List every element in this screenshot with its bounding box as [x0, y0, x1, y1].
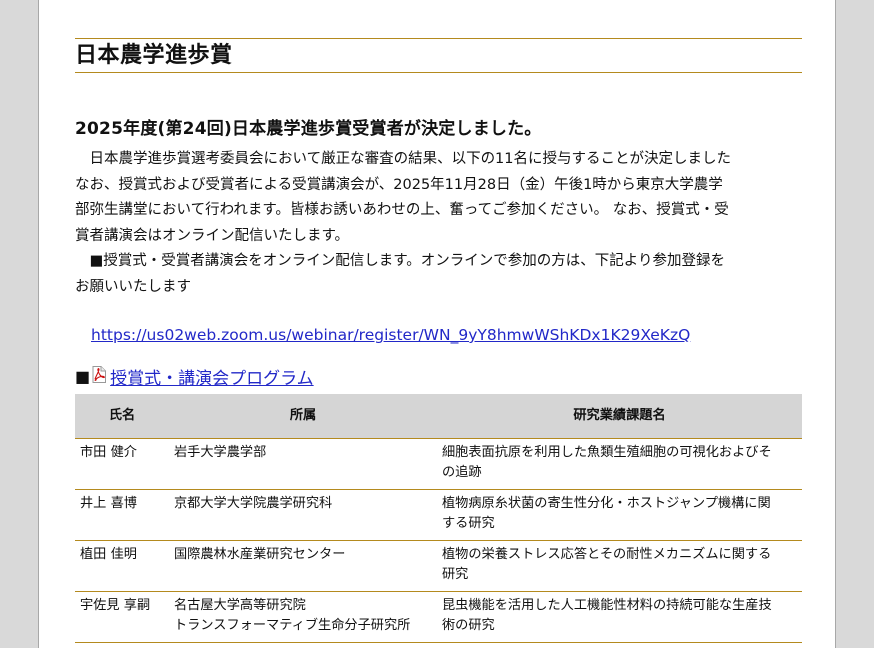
zoom-registration-link[interactable]: https://us02web.zoom.us/webinar/register…: [91, 326, 802, 344]
table-row: 井上 喜博 京都大学大学院農学研究科 植物病原糸状菌の寄生性分化・ホストジャンプ…: [75, 489, 802, 541]
page-title: 日本農学進歩賞: [75, 38, 802, 73]
research-title: 細胞表面抗原を利用した魚類生殖細胞の可視化およびそ の追跡: [437, 438, 802, 490]
table-row: 宇佐見 享嗣 名古屋大学高等研究院 トランスフォーマティブ生命分子研究所 昆虫機…: [75, 591, 802, 643]
announcement-line-3: 部弥生講堂において行われます。皆様お誘いあわせの上、奮ってご参加ください。 なお…: [75, 202, 729, 218]
header-title: 研究業績課題名: [437, 394, 802, 439]
affiliation-line: 国際農林水産業研究センター: [174, 547, 346, 562]
announcement-line-2: なお、授賞式および受賞者による受賞講演会が、2025年11月28日（金）午後1時…: [75, 176, 723, 193]
awardee-name: 植田 佳明: [75, 540, 169, 592]
research-title: 植物病原糸状菌の寄生性分化・ホストジャンプ機構に関 する研究: [437, 489, 802, 541]
research-title-line: の追跡: [442, 465, 482, 480]
announcement-body: 日本農学進歩賞選考委員会において厳正な審査の結果、以下の11名に授与することが決…: [75, 147, 802, 300]
research-title-line: 術の研究: [442, 618, 495, 633]
affiliation-line: 京都大学大学院農学研究科: [174, 496, 333, 511]
awardee-affiliation: 国際農林水産業研究センター: [169, 540, 437, 592]
program-pdf-link[interactable]: 授賞式・講演会プログラム: [110, 364, 314, 389]
research-title-line: 細胞表面抗原を利用した魚類生殖細胞の可視化およびそ: [442, 445, 772, 460]
awardees-table: 氏名 所属 研究業績課題名 市田 健介 岩手大学農学部 細胞表面抗原を利用した魚…: [75, 394, 802, 643]
header-affiliation: 所属: [169, 394, 437, 439]
awardee-affiliation: 京都大学大学院農学研究科: [169, 489, 437, 541]
affiliation-line: 岩手大学農学部: [174, 445, 267, 460]
awardee-name: 宇佐見 享嗣: [75, 591, 169, 643]
awardee-name: 市田 健介: [75, 438, 169, 490]
online-notice-line-2: お願いいたします: [75, 278, 191, 295]
awardee-affiliation: 岩手大学農学部: [169, 438, 437, 490]
affiliation-line: 名古屋大学高等研究院: [174, 598, 306, 613]
announcement-line-4: 賞者講演会はオンライン配信いたします。: [75, 227, 350, 244]
announcement-line-1: 日本農学進歩賞選考委員会において厳正な審査の結果、以下の11名に授与することが決…: [89, 151, 732, 167]
header-name: 氏名: [75, 394, 169, 439]
research-title-line: 研究: [442, 567, 469, 582]
announcement-heading: 2025年度(第24回)日本農学進歩賞受賞者が決定しました。: [75, 119, 542, 139]
research-title-line: 植物病原糸状菌の寄生性分化・ホストジャンプ機構に関: [442, 496, 771, 511]
research-title-line: 植物の栄養ストレス応答とその耐性メカニズムに関する: [442, 547, 772, 562]
research-title: 植物の栄養ストレス応答とその耐性メカニズムに関する 研究: [437, 540, 802, 592]
awardee-affiliation: 名古屋大学高等研究院 トランスフォーマティブ生命分子研究所: [169, 591, 437, 643]
table-row: 市田 健介 岩手大学農学部 細胞表面抗原を利用した魚類生殖細胞の可視化およびそ …: [75, 438, 802, 490]
research-title-line: する研究: [442, 516, 495, 531]
table-row: 植田 佳明 国際農林水産業研究センター 植物の栄養ストレス応答とその耐性メカニズ…: [75, 540, 802, 592]
program-row: ■ 授賞式・講演会プログラム: [75, 364, 802, 389]
page-container: 日本農学進歩賞 2025年度(第24回)日本農学進歩賞受賞者が決定しました。 日…: [38, 0, 836, 648]
research-title-line: 昆虫機能を活用した人工機能性材料の持続可能な生産技: [442, 598, 772, 613]
online-notice-line-1: ■授賞式・受賞者講演会をオンライン配信します。オンラインで参加の方は、下記より参…: [89, 253, 725, 269]
awardee-name: 井上 喜博: [75, 489, 169, 541]
research-title: 昆虫機能を活用した人工機能性材料の持続可能な生産技 術の研究: [437, 591, 802, 643]
main-content: 日本農学進歩賞 2025年度(第24回)日本農学進歩賞受賞者が決定しました。 日…: [75, 38, 802, 643]
affiliation-line: トランスフォーマティブ生命分子研究所: [174, 618, 411, 633]
program-bullet: ■: [75, 367, 91, 386]
pdf-icon[interactable]: [92, 366, 107, 383]
table-header-row: 氏名 所属 研究業績課題名: [75, 394, 802, 439]
